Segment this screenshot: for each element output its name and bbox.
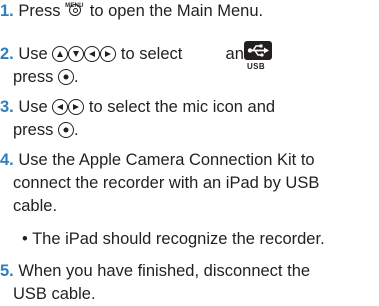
step-number: 3. [0,98,14,116]
step-number: 5. [0,262,14,280]
step-text: Press [18,2,61,20]
step-5: 5. When you have finished, disconnect th… [0,260,310,283]
step-4-line-3: cable. [13,197,58,215]
step-text: to select [120,45,183,63]
step-2: 2. Use to select and [0,43,253,66]
step-text: Use [18,45,48,63]
left-button-icon [52,99,69,115]
step-text: to select the mic icon and [88,98,276,116]
step-text: . [73,68,79,86]
step-text: . [73,121,79,139]
step-4: 4. Use the Apple Camera Connection Kit t… [0,149,315,172]
step-text: to open the Main Menu. [89,2,264,20]
step-5-line-2: USB cable. [13,285,96,303]
step-number: 2. [0,45,14,63]
step-3: 3. Use to select the mic icon and [0,96,275,119]
step-number: 1. [0,2,14,20]
step-2-continued: press . [13,66,79,89]
bullet-note: • The iPad should recognize the recorder… [22,230,325,248]
enter-button-icon [57,122,74,138]
menu-button-icon: MENU [65,2,83,18]
step-1: 1. Press MENU to open the Main Menu. [0,0,263,23]
right-button-icon [68,99,85,115]
left-button-icon [84,46,101,62]
enter-button-icon [57,69,74,85]
usb-icon: USB [244,41,272,73]
step-text: Use [18,98,48,116]
step-text: Use the Apple Camera Connection Kit to [18,151,315,169]
step-3-continued: press . [13,119,79,142]
step-text: press [13,68,54,86]
usb-label: USB [247,62,266,71]
step-4-line-2: connect the recorder with an iPad by USB [13,174,320,192]
step-text: press [13,121,54,139]
right-button-icon [100,46,117,62]
up-button-icon [52,46,69,62]
step-text: When you have finished, disconnect the [18,262,311,280]
step-number: 4. [0,151,14,169]
down-button-icon [68,46,85,62]
